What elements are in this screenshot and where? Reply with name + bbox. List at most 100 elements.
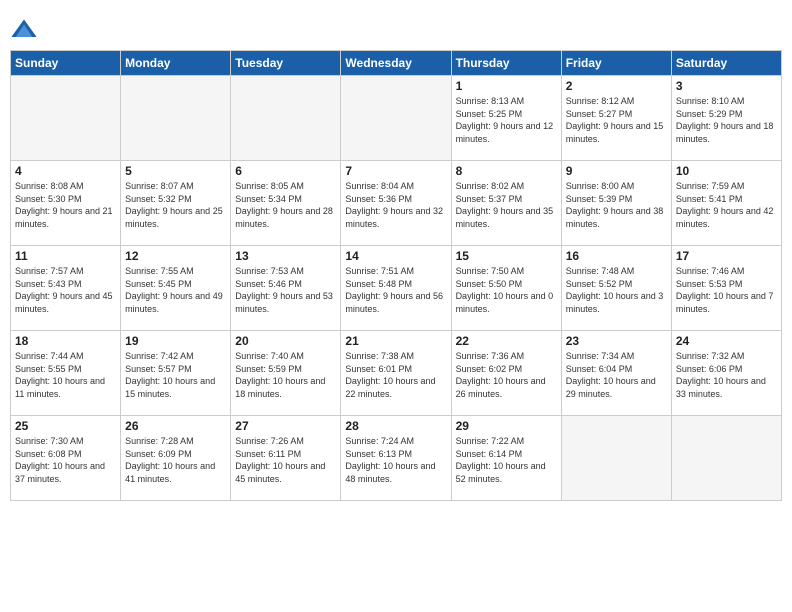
day-number: 12 [125,249,226,263]
day-info: Sunrise: 7:36 AM Sunset: 6:02 PM Dayligh… [456,350,557,400]
day-number: 9 [566,164,667,178]
day-number: 8 [456,164,557,178]
day-number: 14 [345,249,446,263]
calendar-cell: 23 Sunrise: 7:34 AM Sunset: 6:04 PM Dayli… [561,331,671,416]
day-info: Sunrise: 7:51 AM Sunset: 5:48 PM Dayligh… [345,265,446,315]
day-info: Sunrise: 7:30 AM Sunset: 6:08 PM Dayligh… [15,435,116,485]
calendar-cell: 19 Sunrise: 7:42 AM Sunset: 5:57 PM Dayli… [121,331,231,416]
calendar-cell: 22 Sunrise: 7:36 AM Sunset: 6:02 PM Dayli… [451,331,561,416]
calendar-cell: 11 Sunrise: 7:57 AM Sunset: 5:43 PM Dayli… [11,246,121,331]
calendar-cell: 4 Sunrise: 8:08 AM Sunset: 5:30 PM Daylig… [11,161,121,246]
weekday-header-wednesday: Wednesday [341,51,451,76]
day-number: 5 [125,164,226,178]
calendar-week-row: 1 Sunrise: 8:13 AM Sunset: 5:25 PM Daylig… [11,76,782,161]
calendar-cell: 27 Sunrise: 7:26 AM Sunset: 6:11 PM Dayli… [231,416,341,501]
calendar-cell: 1 Sunrise: 8:13 AM Sunset: 5:25 PM Daylig… [451,76,561,161]
day-info: Sunrise: 7:48 AM Sunset: 5:52 PM Dayligh… [566,265,667,315]
page-header [10,10,782,44]
day-number: 7 [345,164,446,178]
calendar-table: SundayMondayTuesdayWednesdayThursdayFrid… [10,50,782,501]
calendar-cell: 7 Sunrise: 8:04 AM Sunset: 5:36 PM Daylig… [341,161,451,246]
calendar-cell: 28 Sunrise: 7:24 AM Sunset: 6:13 PM Dayli… [341,416,451,501]
weekday-header-monday: Monday [121,51,231,76]
day-info: Sunrise: 8:10 AM Sunset: 5:29 PM Dayligh… [676,95,777,145]
calendar-cell: 20 Sunrise: 7:40 AM Sunset: 5:59 PM Dayli… [231,331,341,416]
day-number: 23 [566,334,667,348]
calendar-cell: 13Sunrise: 7:53 AM Sunset: 5:46 PM Dayli… [231,246,341,331]
calendar-cell: 8Sunrise: 8:02 AM Sunset: 5:37 PM Daylig… [451,161,561,246]
calendar-week-row: 18 Sunrise: 7:44 AM Sunset: 5:55 PM Dayli… [11,331,782,416]
calendar-cell: 16Sunrise: 7:48 AM Sunset: 5:52 PM Dayli… [561,246,671,331]
day-number: 11 [15,249,116,263]
calendar-week-row: 4 Sunrise: 8:08 AM Sunset: 5:30 PM Daylig… [11,161,782,246]
day-number: 10 [676,164,777,178]
day-number: 29 [456,419,557,433]
day-info: Sunrise: 8:00 AM Sunset: 5:39 PM Dayligh… [566,180,667,230]
weekday-header-sunday: Sunday [11,51,121,76]
calendar-cell: 2 Sunrise: 8:12 AM Sunset: 5:27 PM Daylig… [561,76,671,161]
day-number: 20 [235,334,336,348]
day-info: Sunrise: 8:04 AM Sunset: 5:36 PM Dayligh… [345,180,446,230]
weekday-header-thursday: Thursday [451,51,561,76]
day-number: 25 [15,419,116,433]
day-info: Sunrise: 7:34 AM Sunset: 6:04 PM Dayligh… [566,350,667,400]
day-number: 18 [15,334,116,348]
day-info: Sunrise: 7:26 AM Sunset: 6:11 PM Dayligh… [235,435,336,485]
day-info: Sunrise: 7:55 AM Sunset: 5:45 PM Dayligh… [125,265,226,315]
day-info: Sunrise: 7:24 AM Sunset: 6:13 PM Dayligh… [345,435,446,485]
day-number: 17 [676,249,777,263]
calendar-cell: 18 Sunrise: 7:44 AM Sunset: 5:55 PM Dayli… [11,331,121,416]
calendar-cell: 14 Sunrise: 7:51 AM Sunset: 5:48 PM Dayli… [341,246,451,331]
day-number: 22 [456,334,557,348]
calendar-cell: 21 Sunrise: 7:38 AM Sunset: 6:01 PM Dayli… [341,331,451,416]
calendar-week-row: 25 Sunrise: 7:30 AM Sunset: 6:08 PM Dayli… [11,416,782,501]
calendar-cell [11,76,121,161]
logo [10,10,40,44]
calendar-cell: 17 Sunrise: 7:46 AM Sunset: 5:53 PM Dayli… [671,246,781,331]
day-number: 28 [345,419,446,433]
day-number: 26 [125,419,226,433]
day-number: 6 [235,164,336,178]
day-number: 19 [125,334,226,348]
calendar-cell: 25 Sunrise: 7:30 AM Sunset: 6:08 PM Dayli… [11,416,121,501]
day-info: Sunrise: 8:13 AM Sunset: 5:25 PM Dayligh… [456,95,557,145]
calendar-cell [341,76,451,161]
day-info: Sunrise: 8:07 AM Sunset: 5:32 PM Dayligh… [125,180,226,230]
day-info: Sunrise: 7:42 AM Sunset: 5:57 PM Dayligh… [125,350,226,400]
logo-icon [10,16,38,44]
day-info: Sunrise: 7:28 AM Sunset: 6:09 PM Dayligh… [125,435,226,485]
day-number: 1 [456,79,557,93]
day-info: Sunrise: 8:08 AM Sunset: 5:30 PM Dayligh… [15,180,116,230]
day-number: 3 [676,79,777,93]
calendar-header-row: SundayMondayTuesdayWednesdayThursdayFrid… [11,51,782,76]
day-info: Sunrise: 8:05 AM Sunset: 5:34 PM Dayligh… [235,180,336,230]
calendar-cell: 15Sunrise: 7:50 AM Sunset: 5:50 PM Dayli… [451,246,561,331]
calendar-cell: 26 Sunrise: 7:28 AM Sunset: 6:09 PM Dayli… [121,416,231,501]
calendar-cell: 6 Sunrise: 8:05 AM Sunset: 5:34 PM Daylig… [231,161,341,246]
calendar-cell: 10Sunrise: 7:59 AM Sunset: 5:41 PM Dayli… [671,161,781,246]
day-info: Sunrise: 8:12 AM Sunset: 5:27 PM Dayligh… [566,95,667,145]
day-number: 2 [566,79,667,93]
day-info: Sunrise: 7:40 AM Sunset: 5:59 PM Dayligh… [235,350,336,400]
day-number: 27 [235,419,336,433]
day-number: 21 [345,334,446,348]
calendar-cell: 12 Sunrise: 7:55 AM Sunset: 5:45 PM Dayli… [121,246,231,331]
day-number: 4 [15,164,116,178]
day-info: Sunrise: 7:32 AM Sunset: 6:06 PM Dayligh… [676,350,777,400]
calendar-cell: 5 Sunrise: 8:07 AM Sunset: 5:32 PM Daylig… [121,161,231,246]
calendar-cell [671,416,781,501]
calendar-cell [231,76,341,161]
day-info: Sunrise: 7:46 AM Sunset: 5:53 PM Dayligh… [676,265,777,315]
day-number: 15 [456,249,557,263]
weekday-header-saturday: Saturday [671,51,781,76]
day-info: Sunrise: 7:22 AM Sunset: 6:14 PM Dayligh… [456,435,557,485]
calendar-cell [121,76,231,161]
calendar-cell: 3 Sunrise: 8:10 AM Sunset: 5:29 PM Daylig… [671,76,781,161]
calendar-cell: 29 Sunrise: 7:22 AM Sunset: 6:14 PM Dayli… [451,416,561,501]
weekday-header-friday: Friday [561,51,671,76]
calendar-week-row: 11 Sunrise: 7:57 AM Sunset: 5:43 PM Dayli… [11,246,782,331]
day-info: Sunrise: 7:57 AM Sunset: 5:43 PM Dayligh… [15,265,116,315]
day-info: Sunrise: 7:38 AM Sunset: 6:01 PM Dayligh… [345,350,446,400]
day-info: Sunrise: 7:44 AM Sunset: 5:55 PM Dayligh… [15,350,116,400]
day-number: 24 [676,334,777,348]
